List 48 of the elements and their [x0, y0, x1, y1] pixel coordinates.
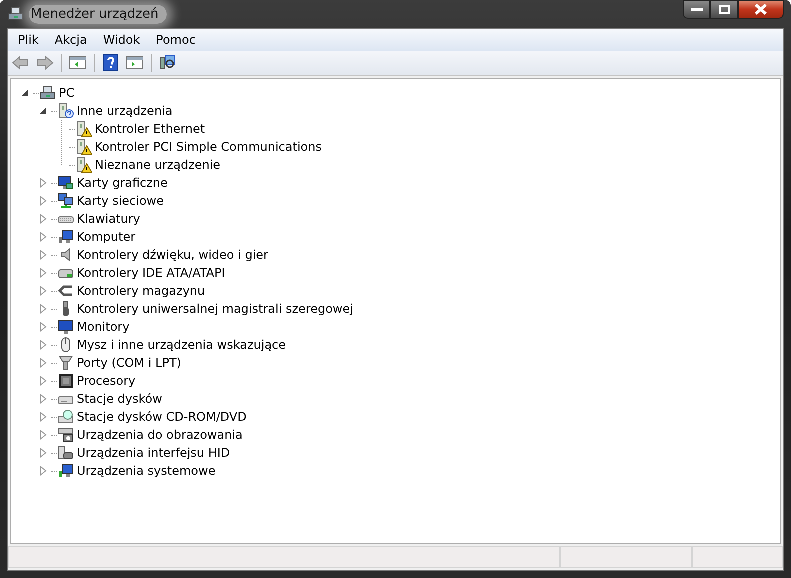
computer-icon: [40, 85, 56, 101]
tree-item[interactable]: Porty (COM i LPT): [77, 356, 182, 370]
monitor-icon: [58, 175, 74, 191]
tree-item[interactable]: Mysz i inne urządzenia wskazujące: [77, 338, 286, 352]
tree-item[interactable]: Karty graficzne: [77, 176, 168, 190]
monitor-icon: [58, 319, 74, 335]
device-manager-icon: [8, 6, 24, 22]
minimize-button[interactable]: [683, 0, 710, 19]
network-icon: [58, 193, 74, 209]
window-title: Menedżer urządzeń: [29, 4, 167, 24]
back-icon[interactable]: [11, 53, 31, 73]
tree-item[interactable]: Urządzenia interfejsu HID: [77, 446, 230, 460]
menu-item[interactable]: Widok: [95, 33, 148, 47]
menu-item[interactable]: Akcja: [46, 33, 96, 47]
minimize-icon: [690, 8, 702, 12]
unknown-device-icon: [58, 103, 74, 119]
port-icon: [58, 355, 74, 371]
tree-item[interactable]: Kontrolery magazynu: [77, 284, 206, 298]
tree-item[interactable]: Urządzenia systemowe: [77, 464, 216, 478]
tree-item[interactable]: Urządzenia do obrazowania: [77, 428, 243, 442]
tree-item[interactable]: Kontroler PCI Simple Communications: [95, 140, 322, 154]
tree-item[interactable]: Klawiatury: [77, 212, 140, 226]
tree-item[interactable]: Nieznane urządzenie: [95, 158, 221, 172]
tree-item[interactable]: Kontroler Ethernet: [95, 122, 206, 136]
menu-item[interactable]: Pomoc: [148, 33, 204, 47]
monitor-icon: [58, 463, 74, 479]
tree-item[interactable]: Karty sieciowe: [77, 194, 164, 208]
maximize-icon: [718, 5, 730, 14]
tree-item[interactable]: Procesory: [77, 374, 136, 388]
chip-icon: [58, 373, 74, 389]
monitor-icon: [58, 229, 74, 245]
tree-item[interactable]: Monitory: [77, 320, 130, 334]
maximize-button[interactable]: [710, 0, 738, 19]
tree-item[interactable]: Inne urządzenia: [77, 104, 173, 118]
tree-item[interactable]: Komputer: [77, 230, 136, 244]
tree-item[interactable]: Kontrolery uniwersalnej magistrali szeregowej: [77, 302, 354, 316]
tree-item[interactable]: Stacje dysków: [77, 392, 162, 406]
tree-item[interactable]: Kontrolery IDE ATA/ATAPI: [77, 266, 226, 280]
forward-icon[interactable]: [35, 53, 55, 73]
scanner-camera-icon: [58, 427, 74, 443]
close-button[interactable]: [738, 0, 784, 19]
disc-drive-icon: [58, 409, 74, 425]
tree-item[interactable]: PC: [59, 86, 75, 100]
close-icon: [754, 4, 768, 15]
tree-item[interactable]: Kontrolery dźwięku, wideo i gier: [77, 248, 268, 262]
tree-item[interactable]: Stacje dysków CD-ROM/DVD: [77, 410, 247, 424]
menu-item[interactable]: Plik: [10, 33, 47, 47]
help-icon[interactable]: [101, 53, 121, 73]
